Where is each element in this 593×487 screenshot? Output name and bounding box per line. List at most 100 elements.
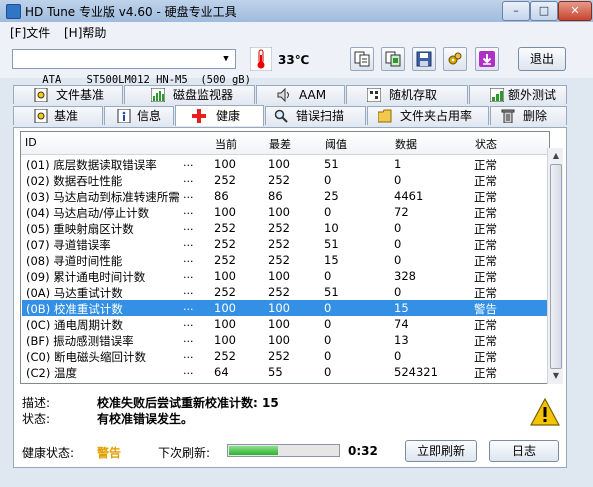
refresh-progress-bar xyxy=(227,444,340,457)
column-header-status[interactable]: 状态 xyxy=(475,136,497,152)
cell-threshold: 0 xyxy=(324,205,332,219)
scroll-thumb[interactable] xyxy=(550,164,562,369)
cell-threshold: 0 xyxy=(324,349,332,363)
table-row[interactable]: (0B) 校准重试计数 100 100 0 15 警告... xyxy=(22,300,549,316)
cell-threshold: 0 xyxy=(324,317,332,331)
ellipsis-indicator: ... xyxy=(183,300,194,313)
save-button[interactable] xyxy=(412,47,436,71)
copy-screenshot-button[interactable] xyxy=(381,47,405,71)
cell-threshold: 25 xyxy=(324,189,339,203)
cell-id: (08) 寻道时间性能 xyxy=(26,254,123,268)
cell-status: 正常 xyxy=(474,190,497,204)
cell-threshold: 51 xyxy=(324,285,339,299)
table-row[interactable]: (BF) 振动感测错误率 100 100 0 13 正常... xyxy=(22,332,549,348)
table-scrollbar[interactable]: ▲ ▼ xyxy=(547,148,563,384)
refresh-now-button[interactable]: 立即刷新 xyxy=(405,440,477,462)
table-row[interactable]: (02) 数据吞吐性能 252 252 0 0 正常... xyxy=(22,172,549,188)
cell-worst: 252 xyxy=(268,221,290,235)
table-row[interactable]: (C0) 断电磁头缩回计数 252 252 0 0 正常... xyxy=(22,348,549,364)
cell-threshold: 0 xyxy=(324,381,331,383)
table-row[interactable]: (0A) 马达重试计数 252 252 51 0 正常... xyxy=(22,284,549,300)
tab-folder-usage[interactable]: 文件夹占用率 xyxy=(367,106,489,125)
magnifier-icon xyxy=(274,109,288,123)
tab-error-scan[interactable]: 错误扫描 xyxy=(265,106,366,125)
copy-text-button[interactable] xyxy=(350,47,374,71)
download-icon xyxy=(479,51,495,67)
tab-health[interactable]: 健康 xyxy=(175,105,264,126)
cell-data: 0 xyxy=(394,349,402,363)
refresh-countdown: 0:32 xyxy=(348,444,378,458)
table-row[interactable]: (05) 重映射扇区计数 252 252 10 0 正常... xyxy=(22,220,549,236)
cell-worst: 86 xyxy=(268,189,283,203)
menu-bar: [F]文件 [H]帮助 xyxy=(0,22,593,42)
smart-table[interactable]: ID 当前 最差 阈值 数据 状态 (01) 底层数据读取错误率 100 100 51… xyxy=(20,131,550,384)
column-header-id[interactable]: ID xyxy=(25,136,37,149)
column-header-threshold[interactable]: 阈值 xyxy=(325,136,347,152)
cell-status: 正常 xyxy=(474,286,497,300)
cell-worst: 252 xyxy=(268,253,290,267)
temperature-value: 33℃ xyxy=(278,53,310,67)
tab-random-access[interactable]: 随机存取 xyxy=(346,85,468,104)
table-row[interactable]: (C2) 温度 64 55 0 524321 正常... xyxy=(22,364,549,380)
tab-extra-tests[interactable]: 额外测试 xyxy=(469,85,567,104)
thermometer-icon xyxy=(250,47,272,71)
menu-help[interactable]: [H]帮助 xyxy=(60,24,110,41)
cell-worst: 252 xyxy=(268,285,290,299)
menu-file[interactable]: [F]文件 xyxy=(6,24,54,41)
chevron-down-icon: ▼ xyxy=(223,54,229,64)
tab-info[interactable]: 信息 xyxy=(104,106,174,125)
description-label: 描述: xyxy=(22,396,51,410)
tab-delete[interactable]: 删除 xyxy=(490,106,567,125)
cell-current: 252 xyxy=(214,237,236,251)
refresh-progress-fill xyxy=(229,446,278,455)
cell-status: 正常 xyxy=(474,206,497,220)
download-button[interactable] xyxy=(475,47,499,71)
tab-label: 健康 xyxy=(216,109,241,123)
cell-current: 252 xyxy=(214,349,236,363)
column-header-current[interactable]: 当前 xyxy=(215,136,237,152)
column-header-worst[interactable]: 最差 xyxy=(269,136,291,152)
table-row[interactable]: (0C) 通电周期计数 100 100 0 74 正常... xyxy=(22,316,549,332)
cell-status: 正常 xyxy=(474,158,497,172)
table-row[interactable]: (08) 寻道时间性能 252 252 15 0 正常... xyxy=(22,252,549,268)
ellipsis-indicator: ... xyxy=(183,188,194,201)
cell-status: 正常 xyxy=(474,174,497,188)
cell-data: 0 xyxy=(394,285,402,299)
table-row[interactable]: (C3) 硬件 ECC 校正 100 100 0 0 正常... xyxy=(22,380,549,383)
cell-worst: 252 xyxy=(268,349,290,363)
table-row[interactable]: (07) 寻道错误率 252 252 51 0 正常... xyxy=(22,236,549,252)
table-row[interactable]: (03) 马达启动到标准转速所需 86 86 25 4461 正常... xyxy=(22,188,549,204)
close-button[interactable]: ✕ xyxy=(558,1,592,21)
cell-id: (01) 底层数据读取错误率 xyxy=(26,158,157,172)
cell-id: (02) 数据吞吐性能 xyxy=(26,174,123,188)
log-button[interactable]: 日志 xyxy=(489,440,559,462)
cell-data: 15 xyxy=(394,301,409,315)
table-row[interactable]: (01) 底层数据读取错误率 100 100 51 1 正常... xyxy=(22,156,549,172)
cell-id: (04) 马达启动/停止计数 xyxy=(26,206,150,220)
ellipsis-indicator: ... xyxy=(183,316,194,329)
tab-aam[interactable]: AAM xyxy=(256,85,345,104)
drive-select[interactable]: ATA ST500LM012 HN-M5 (500 gB) ▼ xyxy=(12,49,251,86)
scroll-down-icon[interactable]: ▼ xyxy=(549,369,563,383)
tab-benchmark[interactable]: 基准 xyxy=(13,106,103,125)
cell-threshold: 51 xyxy=(324,157,339,171)
cell-id: (05) 重映射扇区计数 xyxy=(26,222,134,236)
cell-current: 252 xyxy=(214,253,236,267)
minimize-button[interactable]: – xyxy=(502,1,530,21)
table-header: ID 当前 最差 阈值 数据 状态 xyxy=(21,132,549,155)
tab-file-benchmark[interactable]: 文件基准 xyxy=(13,85,123,104)
warning-icon xyxy=(530,398,560,426)
table-row[interactable]: (09) 累计通电时间计数 100 100 0 328 正常... xyxy=(22,268,549,284)
cell-id: (03) 马达启动到标准转速所需 xyxy=(26,190,180,204)
exit-button[interactable]: 退出 xyxy=(518,47,566,71)
tab-disk-monitor[interactable]: 磁盘监视器 xyxy=(124,85,255,104)
table-row[interactable]: (04) 马达启动/停止计数 100 100 0 72 正常... xyxy=(22,204,549,220)
cell-data: 13 xyxy=(394,333,409,347)
column-header-data[interactable]: 数据 xyxy=(395,136,417,152)
cell-id: (C0) 断电磁头缩回计数 xyxy=(26,350,146,364)
tab-label: AAM xyxy=(299,88,327,102)
scroll-up-icon[interactable]: ▲ xyxy=(549,149,563,163)
cell-id: (BF) 振动感测错误率 xyxy=(26,334,134,348)
maximize-button[interactable]: □ xyxy=(530,1,558,21)
options-button[interactable] xyxy=(443,47,467,71)
